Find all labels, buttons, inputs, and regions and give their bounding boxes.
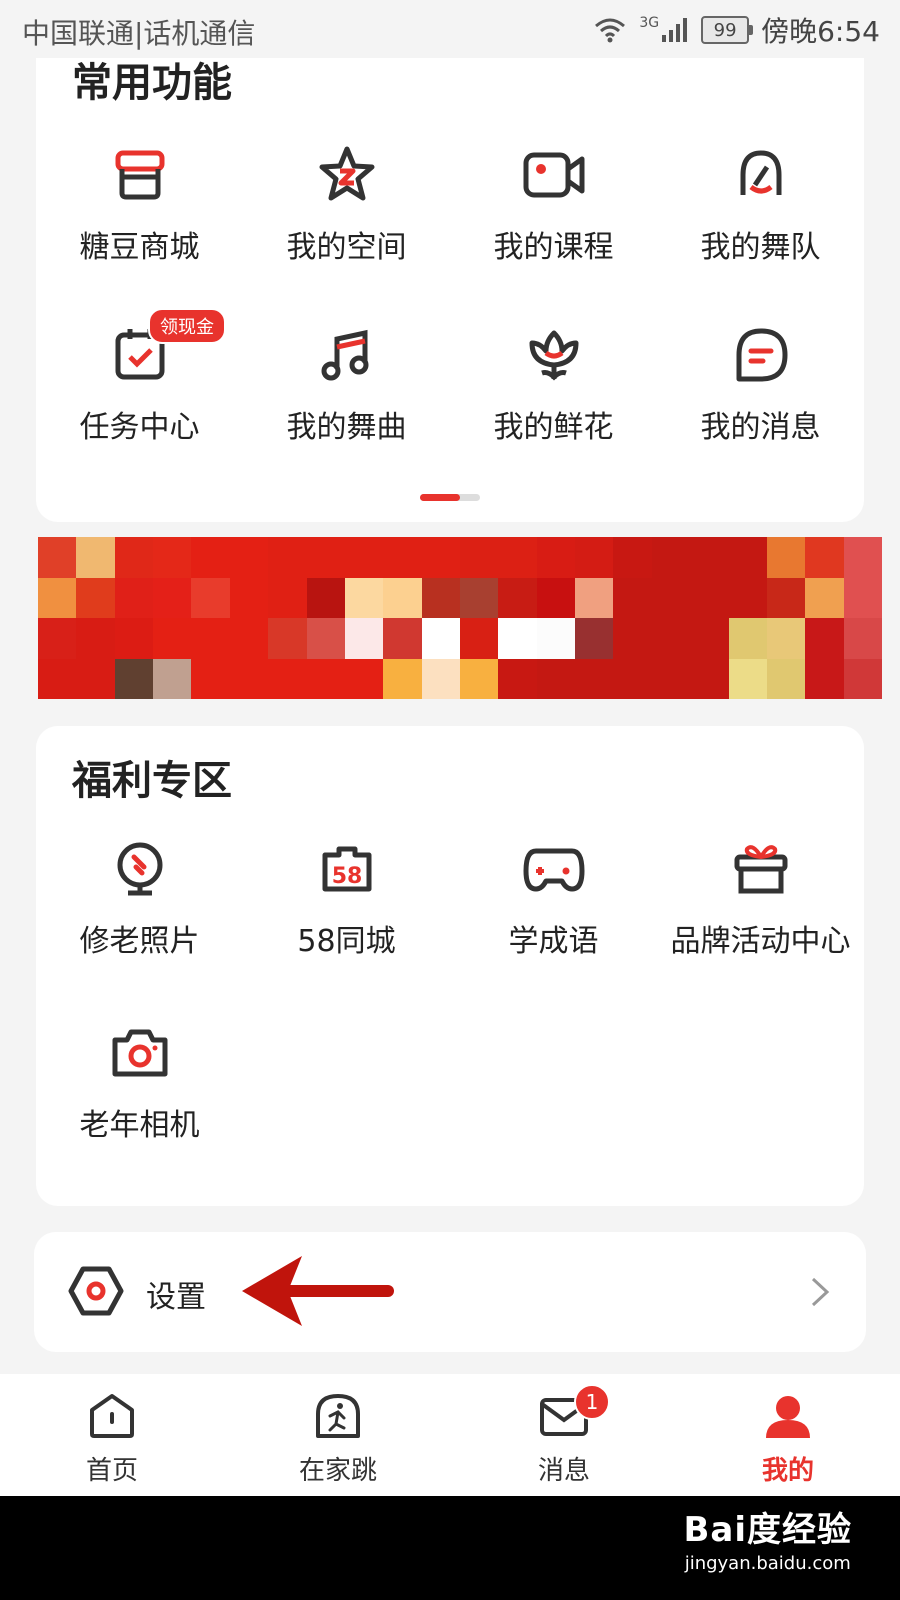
grid-item-label: 我的鲜花: [493, 410, 614, 445]
profile-icon: [766, 1396, 810, 1438]
nav-item-home[interactable]: 首页: [32, 1392, 192, 1487]
watermark-brand: Bai度经验: [683, 1510, 852, 1550]
grid-item-task-center[interactable]: 领现金 任务中心: [36, 308, 243, 446]
nav-label: 我的: [761, 1456, 814, 1486]
grid-item-label: 我的舞曲: [286, 410, 407, 445]
grid-item-label: 58同城: [297, 924, 396, 959]
battery-indicator: 99: [701, 16, 754, 44]
wifi-icon: [595, 18, 626, 43]
grid-item-label: 我的消息: [700, 410, 821, 445]
page-indicator-active: [420, 494, 460, 501]
gamepad-icon: [523, 848, 584, 892]
reward-badge: 领现金: [148, 308, 226, 344]
settings-label: 设置: [146, 1280, 206, 1315]
grid-item-58-city[interactable]: 58 58同城: [243, 834, 450, 960]
settings-icon: [68, 1266, 124, 1316]
baidu-jingyan-watermark: Bai度经验 jingyan.baidu.com: [683, 1502, 852, 1574]
page-indicator: [420, 494, 480, 501]
dance-icon: [316, 1394, 360, 1438]
bottom-nav: 首页 在家跳 1 消息 我的: [0, 1374, 900, 1496]
grid-item-label: 品牌活动中心: [670, 924, 851, 959]
grid-item-photo-restore[interactable]: 修老照片: [36, 834, 243, 960]
nav-item-messages[interactable]: 1 消息: [484, 1384, 644, 1487]
grid-item-messages[interactable]: 我的消息: [657, 320, 864, 446]
status-bar: 中国联通|话机通信 3G 99 傍晚6:54: [0, 0, 900, 58]
nav-item-profile[interactable]: 我的: [708, 1392, 868, 1487]
svg-text:58: 58: [331, 864, 362, 889]
music-note-icon: [321, 329, 368, 381]
grid-item-dance-team[interactable]: 我的舞队: [657, 140, 864, 266]
nav-label: 消息: [537, 1456, 590, 1486]
nav-label: 首页: [85, 1456, 138, 1486]
nav-label: 在家跳: [298, 1456, 377, 1486]
grid-item-space[interactable]: 我的空间: [243, 140, 450, 266]
grid-item-music[interactable]: 我的舞曲: [243, 320, 450, 446]
grid-item-courses[interactable]: 我的课程: [450, 140, 657, 266]
nav-item-dance-home[interactable]: 在家跳: [258, 1392, 418, 1487]
shop-icon: [115, 150, 164, 200]
status-indicators: 3G 99 傍晚6:54: [593, 10, 880, 50]
signal-icon: [662, 18, 688, 42]
network-type: 3G: [639, 15, 660, 31]
video-camera-icon: [523, 152, 584, 198]
grid-item-idioms[interactable]: 学成语: [450, 834, 657, 960]
welfare-title: 福利专区: [72, 758, 232, 804]
grid-item-label: 我的课程: [493, 230, 614, 265]
arrow-annotation-icon: [242, 1256, 394, 1326]
settings-row[interactable]: 设置: [34, 1232, 866, 1352]
grid-item-label: 任务中心: [79, 410, 200, 445]
screen-footer: Bai度经验 jingyan.baidu.com: [0, 1496, 900, 1600]
gift-icon: [734, 845, 787, 894]
flower-icon: [529, 330, 578, 381]
home-icon: [90, 1394, 134, 1438]
grid-item-senior-camera[interactable]: 老年相机: [36, 1018, 243, 1144]
common-functions-title: 常用功能: [72, 60, 232, 106]
common-functions-card: 常用功能 糖豆商城 我的空间 我的课程 我的舞队 领现金 任务中心 我的舞曲 我…: [36, 30, 864, 522]
carrier-name: 中国联通|话机通信: [22, 17, 256, 50]
promo-banner[interactable]: [38, 537, 882, 699]
status-time: 傍晚6:54: [761, 15, 880, 48]
chevron-right-icon: [811, 1277, 830, 1307]
photo-restore-icon: [117, 842, 162, 896]
58-city-icon: 58: [322, 846, 371, 892]
message-count-badge: 1: [574, 1384, 610, 1420]
grid-item-label: 我的空间: [286, 230, 407, 265]
grid-item-label: 老年相机: [79, 1108, 200, 1143]
camera-icon: [112, 1029, 167, 1077]
welfare-card: 福利专区 修老照片 58 58同城 学成语 品牌活动中心 老年相机: [36, 726, 864, 1206]
grid-item-flowers[interactable]: 我的鲜花: [450, 320, 657, 446]
chat-bubble-icon: [736, 328, 787, 382]
grid-item-brand-events[interactable]: 品牌活动中心: [657, 834, 864, 960]
watermark-url: jingyan.baidu.com: [684, 1553, 851, 1574]
grid-item-label: 糖豆商城: [79, 230, 200, 265]
dance-team-icon: [740, 150, 781, 195]
grid-item-shop[interactable]: 糖豆商城: [36, 140, 243, 266]
grid-item-label: 修老照片: [79, 924, 200, 959]
grid-item-label: 我的舞队: [700, 230, 821, 265]
grid-item-label: 学成语: [508, 924, 599, 959]
star-icon: [319, 146, 374, 201]
